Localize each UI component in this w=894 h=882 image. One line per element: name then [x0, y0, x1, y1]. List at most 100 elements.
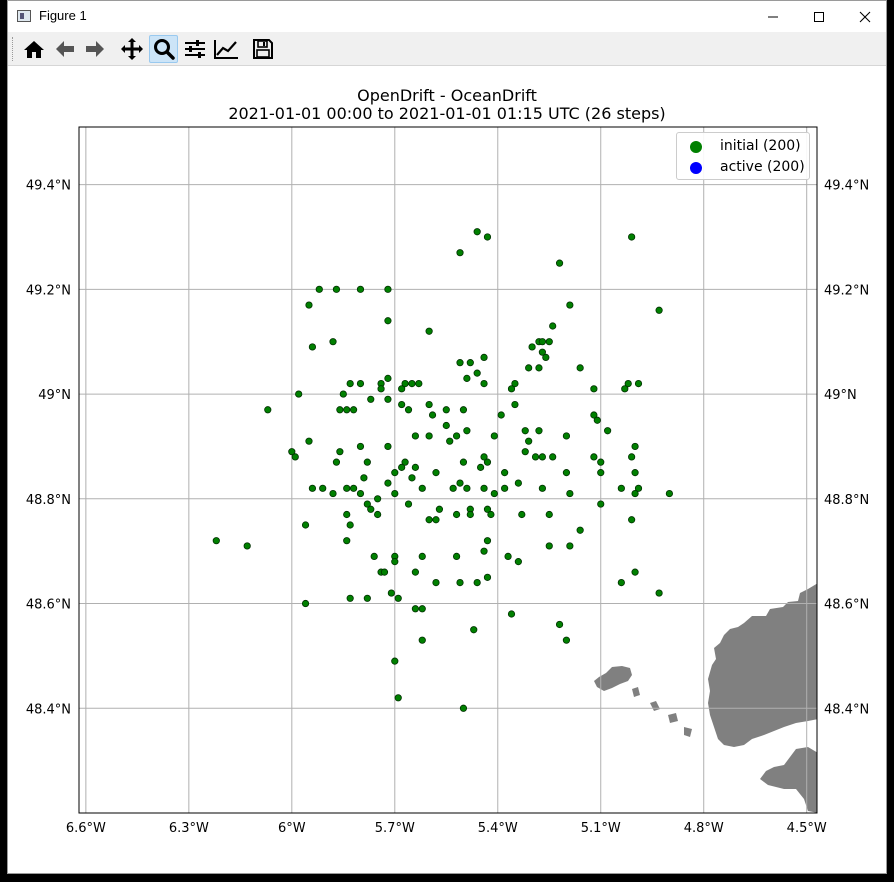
particle-0-87 — [425, 432, 433, 440]
particle-0-24 — [456, 359, 464, 367]
islets — [632, 687, 692, 737]
particle-0-107 — [408, 474, 416, 482]
particle-0-94 — [291, 453, 299, 461]
y-tick-label-right-3: 49°N — [824, 388, 857, 403]
particle-0-74 — [604, 427, 612, 435]
particle-0-119 — [418, 484, 426, 492]
legend-marker-active — [690, 162, 702, 174]
particle-0-86 — [525, 437, 533, 445]
particle-0-115 — [329, 489, 337, 498]
window-title: Figure 1 — [39, 8, 87, 23]
y-tick-label-left-0: 48.4°N — [26, 702, 71, 717]
back-arrow-icon — [55, 41, 74, 57]
particle-0-153 — [545, 542, 553, 550]
particle-0-126 — [566, 489, 574, 498]
particle-0-89 — [590, 453, 598, 461]
particle-0-120 — [449, 484, 457, 492]
particle-0-85 — [521, 448, 529, 456]
particle-0-106 — [360, 474, 368, 482]
legend-entry-initial: initial (200) — [677, 137, 809, 157]
particle-0-59 — [350, 406, 358, 414]
particle-0-55 — [497, 411, 505, 419]
particle-0-84 — [538, 453, 546, 461]
particle-0-41 — [398, 385, 406, 393]
y-tick-label-right-4: 49.2°N — [824, 283, 869, 298]
toolbar-grip[interactable] — [12, 37, 15, 61]
particle-0-187 — [391, 657, 399, 665]
legend-label-active: active (200) — [720, 159, 805, 175]
particle-0-58 — [398, 400, 406, 409]
legend-entry-active: active (200) — [677, 158, 809, 178]
save-icon — [252, 39, 273, 59]
particle-0-149 — [346, 521, 354, 529]
minimize-icon — [768, 16, 778, 17]
particle-0-173 — [631, 568, 639, 576]
particle-0-61 — [336, 406, 344, 414]
particle-0-168 — [473, 578, 481, 587]
particle-0-162 — [480, 547, 488, 555]
particle-0-66 — [463, 427, 471, 435]
particle-0-6 — [655, 306, 663, 314]
forward-arrow-icon — [85, 41, 104, 57]
y-tick-label-right-1: 48.6°N — [824, 598, 869, 613]
particle-0-142 — [343, 510, 351, 519]
particle-0-50 — [384, 395, 392, 403]
y-tick-label-right-2: 48.8°N — [824, 493, 869, 508]
particle-0-2 — [456, 249, 464, 257]
particle-0-122 — [480, 484, 488, 492]
particle-0-181 — [418, 605, 426, 613]
particle-0-127 — [617, 484, 625, 492]
particle-0-179 — [301, 599, 310, 608]
minimize-button[interactable] — [750, 1, 796, 32]
particle-0-148 — [301, 521, 310, 529]
particle-0-3 — [555, 259, 564, 267]
edit-axis-button[interactable] — [211, 35, 240, 63]
maximize-button[interactable] — [796, 1, 842, 32]
configure-subplots-button[interactable] — [180, 35, 209, 63]
pan-button[interactable] — [117, 35, 146, 63]
land-mass-southeast — [760, 747, 817, 813]
particle-0-56 — [511, 400, 519, 409]
x-tick-label-4: 5.4°W — [478, 821, 518, 836]
home-button[interactable] — [19, 35, 48, 63]
forward-button[interactable] — [80, 35, 109, 63]
particle-0-20 — [308, 343, 317, 351]
particle-0-9 — [356, 285, 365, 293]
particle-0-121 — [463, 484, 471, 492]
land-layer — [594, 583, 817, 813]
figure-canvas[interactable]: OpenDrift - OceanDrift 2021-01-01 00:00 … — [8, 67, 886, 873]
particle-0-99 — [432, 469, 440, 477]
particle-0-118 — [391, 489, 399, 498]
particle-0-176 — [394, 594, 402, 602]
particle-0-39 — [356, 379, 365, 388]
particle-0-64 — [593, 416, 601, 424]
particle-0-8 — [332, 285, 341, 293]
particle-0-69 — [521, 427, 529, 435]
zoom-button[interactable] — [149, 35, 178, 63]
particle-0-12 — [384, 317, 392, 325]
title-bar[interactable]: Figure 1 — [8, 1, 886, 32]
particle-0-182 — [507, 610, 516, 618]
back-button[interactable] — [50, 35, 79, 63]
particle-0-73 — [562, 432, 571, 440]
particle-0-150 — [343, 537, 351, 545]
close-button[interactable] — [842, 1, 888, 32]
particle-0-100 — [477, 463, 485, 471]
particle-0-83 — [531, 453, 540, 461]
y-tick-label-left-1: 48.6°N — [26, 598, 71, 613]
particle-0-97 — [398, 463, 406, 471]
particle-0-57 — [428, 411, 437, 419]
particle-0-133 — [404, 500, 413, 508]
particle-0-7 — [315, 285, 323, 293]
particle-0-90 — [597, 458, 605, 466]
particle-0-175 — [387, 589, 395, 597]
particle-0-4 — [628, 233, 636, 241]
particle-0-171 — [432, 578, 440, 587]
particle-0-35 — [408, 379, 416, 388]
figure-window: Figure 1 OpenDrift - OceanDrift 2021-01-… — [7, 0, 887, 874]
edit-axis-icon — [213, 40, 238, 59]
particle-0-167 — [411, 568, 419, 576]
map-plot[interactable]: 6.6°W 6.3°W 6°W 5.7°W 5.4°W 5.1°W 4.8°W 4.5°W 48… — [8, 67, 886, 873]
particle-0-145 — [432, 516, 440, 524]
save-button[interactable] — [248, 35, 277, 63]
